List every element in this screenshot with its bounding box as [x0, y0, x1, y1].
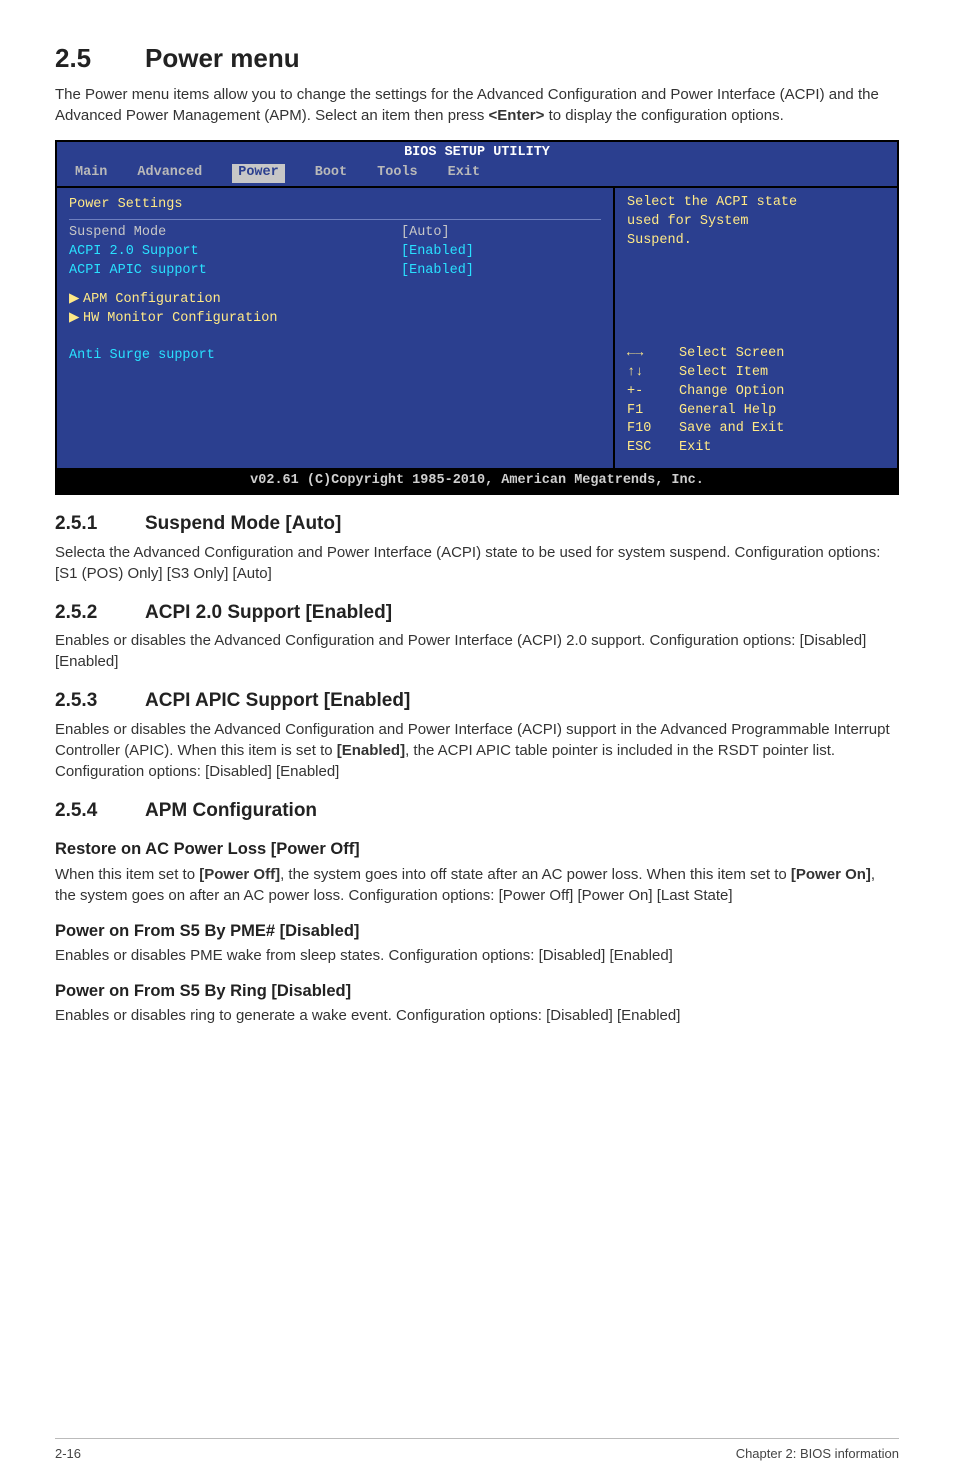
bios-key-legend: ←→ Select Screen ↑↓ Select Item +- Change O…: [627, 315, 887, 458]
bios-right-pane: Select the ACPI state used for System Su…: [615, 188, 897, 468]
bios-item-anti-surge[interactable]: Anti Surge support: [69, 347, 601, 366]
subsection-title: ACPI APIC Support [Enabled]: [145, 690, 410, 711]
p1-c: , the system goes into off state after a…: [280, 866, 791, 883]
subsection-title: ACPI 2.0 Support [Enabled]: [145, 602, 392, 623]
bios-key-row: ←→ Select Screen: [627, 345, 887, 364]
bios-item-acpi20[interactable]: ACPI 2.0 Support [Enabled]: [69, 243, 601, 262]
bios-key-row: ESC Exit: [627, 439, 887, 458]
bios-screenshot: BIOS SETUP UTILITY Main Advanced Power B…: [55, 140, 899, 495]
bios-tab-main[interactable]: Main: [75, 164, 107, 183]
bios-key-desc: Select Screen: [679, 345, 784, 364]
body-bold: [Enabled]: [337, 742, 405, 759]
section-number: 2.5: [55, 40, 145, 76]
section-heading: 2.5Power menu: [55, 40, 899, 76]
bios-tab-tools[interactable]: Tools: [377, 164, 418, 183]
bios-submenu-label: HW Monitor Configuration: [83, 311, 277, 326]
bios-item-value: [Auto]: [401, 224, 601, 243]
subsection-heading-254: 2.5.4APM Configuration: [55, 798, 899, 825]
sub3-body-ring: Enables or disables ring to generate a w…: [55, 1005, 899, 1026]
subsection-title: Suspend Mode [Auto]: [145, 513, 341, 534]
p1-b1: [Power Off]: [199, 866, 280, 883]
intro-suffix: to display the configuration options.: [544, 107, 783, 124]
sub3-heading-ring: Power on From S5 By Ring [Disabled]: [55, 980, 899, 1003]
bios-help-line: used for System: [627, 213, 887, 232]
bios-key-desc: Select Item: [679, 364, 768, 383]
sub3-heading-pme: Power on From S5 By PME# [Disabled]: [55, 920, 899, 943]
subsection-title: APM Configuration: [145, 800, 317, 821]
triangle-icon: ▶: [69, 291, 83, 310]
bios-item-label: ACPI APIC support: [69, 262, 401, 281]
sub3-body-pme: Enables or disables PME wake from sleep …: [55, 945, 899, 966]
bios-key-desc: General Help: [679, 402, 776, 421]
bios-key: F1: [627, 402, 669, 421]
bios-key: ESC: [627, 439, 669, 458]
bios-footer: v02.61 (C)Copyright 1985-2010, American …: [57, 468, 897, 493]
bios-item-label: ACPI 2.0 Support: [69, 243, 401, 262]
bios-key-row: +- Change Option: [627, 383, 887, 402]
intro-paragraph: The Power menu items allow you to change…: [55, 84, 899, 126]
bios-left-pane: Power Settings Suspend Mode [Auto] ACPI …: [57, 188, 615, 468]
bios-item-value: [Enabled]: [401, 243, 601, 262]
bios-help-text: Select the ACPI state used for System Su…: [627, 194, 887, 251]
bios-tab-power[interactable]: Power: [232, 164, 285, 183]
subsection-heading-253: 2.5.3ACPI APIC Support [Enabled]: [55, 688, 899, 715]
bios-help-line: Suspend.: [627, 232, 887, 251]
sub3-heading-restore: Restore on AC Power Loss [Power Off]: [55, 838, 899, 861]
bios-key-desc: Change Option: [679, 383, 784, 402]
bios-title: BIOS SETUP UTILITY: [57, 142, 897, 163]
bios-key-desc: Save and Exit: [679, 420, 784, 439]
bios-submenu-hwmon[interactable]: ▶HW Monitor Configuration: [69, 310, 601, 329]
subsection-number: 2.5.2: [55, 600, 145, 627]
subsection-heading-252: 2.5.2ACPI 2.0 Support [Enabled]: [55, 600, 899, 627]
bios-tab-exit[interactable]: Exit: [448, 164, 480, 183]
bios-submenu-apm[interactable]: ▶APM Configuration: [69, 291, 601, 310]
footer-right: Chapter 2: BIOS information: [736, 1445, 899, 1463]
bios-key-row: F1 General Help: [627, 402, 887, 421]
footer-left: 2-16: [55, 1445, 81, 1463]
bios-tab-boot[interactable]: Boot: [315, 164, 347, 183]
subsection-body-252: Enables or disables the Advanced Configu…: [55, 630, 899, 672]
bios-key: +-: [627, 383, 669, 402]
bios-key: ←→: [627, 345, 669, 364]
bios-divider: [69, 219, 601, 220]
triangle-icon: ▶: [69, 310, 83, 329]
p1-a: When this item set to: [55, 866, 199, 883]
sub3-body-restore: When this item set to [Power Off], the s…: [55, 864, 899, 906]
bios-item-value: [Enabled]: [401, 262, 601, 281]
subsection-number: 2.5.3: [55, 688, 145, 715]
intro-bold: <Enter>: [489, 107, 545, 124]
bios-key-desc: Exit: [679, 439, 711, 458]
bios-tab-bar: Main Advanced Power Boot Tools Exit: [57, 163, 897, 186]
footer-rule: [55, 1438, 899, 1439]
bios-key-row: ↑↓ Select Item: [627, 364, 887, 383]
bios-key: ↑↓: [627, 364, 669, 383]
section-title: Power menu: [145, 43, 300, 73]
subsection-number: 2.5.1: [55, 511, 145, 538]
bios-tab-advanced[interactable]: Advanced: [137, 164, 202, 183]
bios-item-suspend-mode[interactable]: Suspend Mode [Auto]: [69, 224, 601, 243]
bios-item-acpi-apic[interactable]: ACPI APIC support [Enabled]: [69, 262, 601, 281]
bios-key: F10: [627, 420, 669, 439]
subsection-number: 2.5.4: [55, 798, 145, 825]
page-footer: 2-16 Chapter 2: BIOS information: [55, 1445, 899, 1463]
bios-key-row: F10 Save and Exit: [627, 420, 887, 439]
bios-item-label: Suspend Mode: [69, 224, 401, 243]
subsection-body-251: Selecta the Advanced Configuration and P…: [55, 542, 899, 584]
bios-pane-heading: Power Settings: [69, 194, 601, 217]
subsection-heading-251: 2.5.1Suspend Mode [Auto]: [55, 511, 899, 538]
p1-b2: [Power On]: [791, 866, 871, 883]
subsection-body-253: Enables or disables the Advanced Configu…: [55, 719, 899, 782]
bios-submenu-label: APM Configuration: [83, 292, 221, 307]
bios-help-line: Select the ACPI state: [627, 194, 887, 213]
